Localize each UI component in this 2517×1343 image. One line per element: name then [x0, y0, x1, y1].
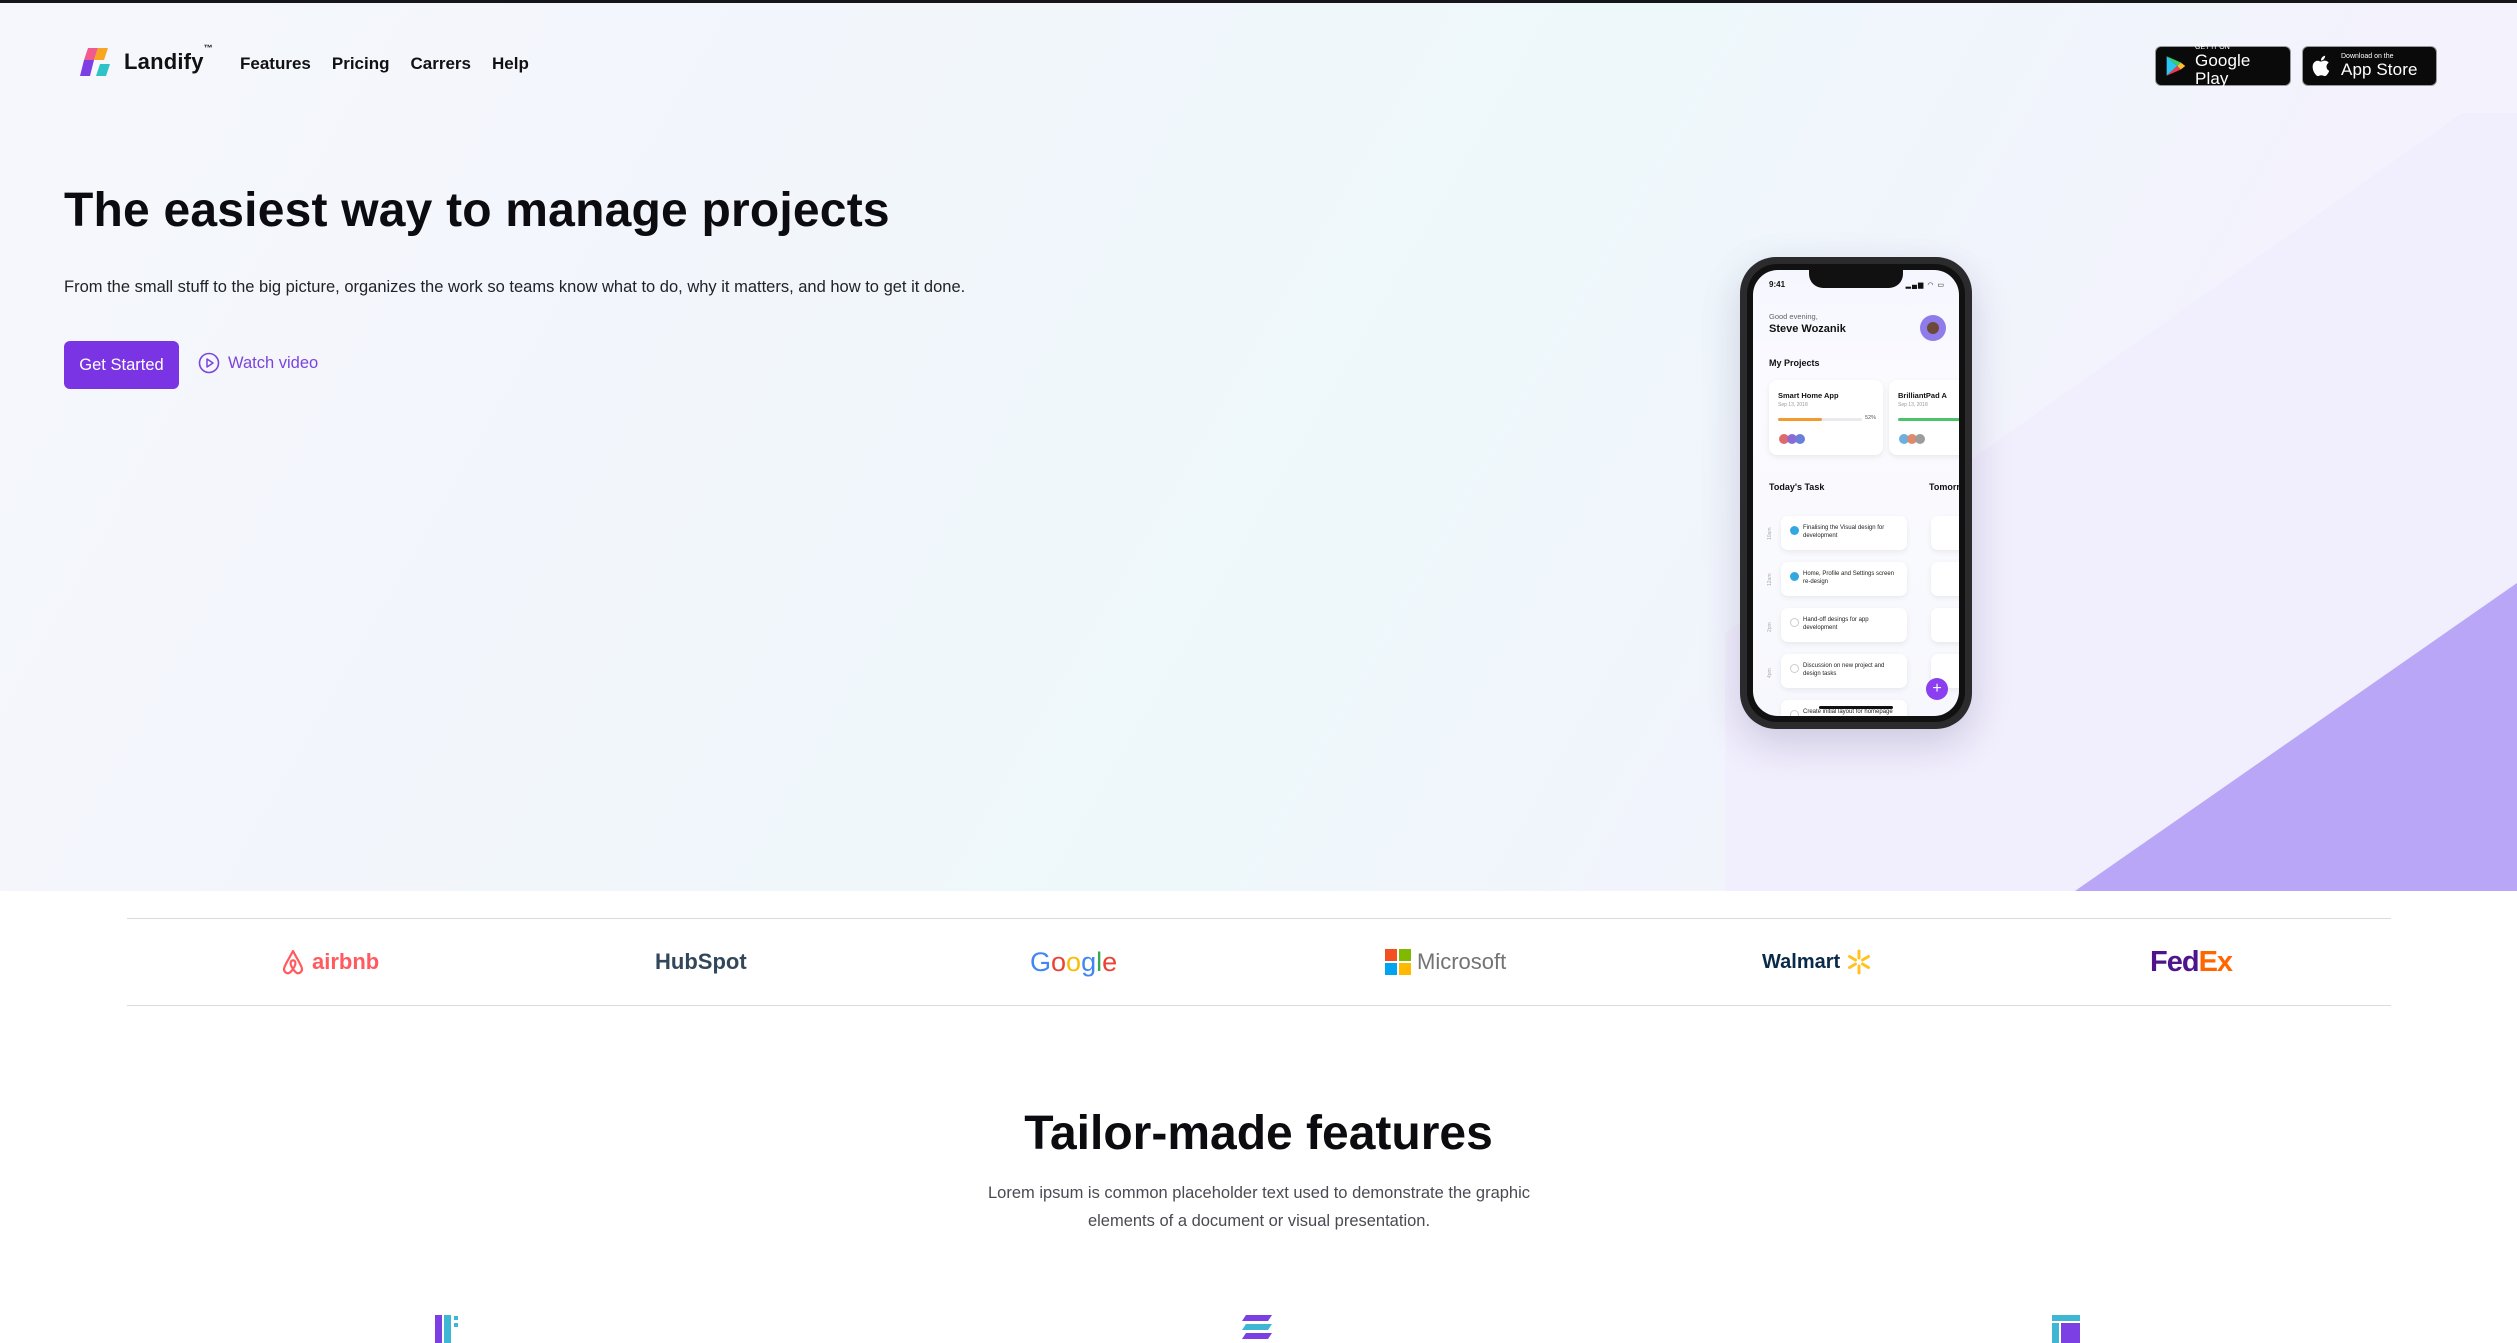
hero-subtitle: From the small stuff to the big picture,… — [64, 278, 966, 296]
walmart-spark-icon — [1848, 949, 1871, 975]
phone-mockup: 9:41 ▂▄▆ ◠ ▭ Good evening, Steve Wozanik… — [1740, 257, 1972, 729]
google-play-icon — [2166, 56, 2186, 76]
nav-help[interactable]: Help — [492, 54, 529, 74]
task-text: Hand-off desings for app development — [1803, 617, 1869, 631]
phone-screen: 9:41 ▂▄▆ ◠ ▭ Good evening, Steve Wozanik… — [1753, 270, 1959, 716]
my-projects-heading: My Projects — [1769, 358, 1820, 368]
watch-video-label: Watch video — [228, 353, 319, 372]
tomorrow-task-card[interactable] — [1931, 516, 1959, 550]
watch-video-link[interactable]: Watch video — [198, 352, 318, 374]
layers-icon — [1242, 1315, 1272, 1339]
team-avatars — [1899, 434, 1925, 444]
apple-icon — [2312, 55, 2330, 77]
user-name: Steve Wozanik — [1769, 323, 1846, 335]
team-avatars — [1779, 434, 1805, 444]
partner-fedex: FedEx — [2150, 945, 2233, 979]
google-play-label: Google Play — [2195, 51, 2251, 88]
project-name: Smart Home App — [1778, 391, 1839, 400]
avatar — [1920, 315, 1946, 341]
tomorrow-heading: Tomorr — [1929, 482, 1959, 492]
project-name: BrilliantPad A — [1898, 391, 1947, 400]
features-subtitle: Lorem ipsum is common placeholder text u… — [987, 1184, 1531, 1230]
hubspot-wordmark: HubSpot — [655, 949, 747, 974]
task-unchecked-icon[interactable] — [1790, 618, 1799, 627]
task-card[interactable]: Discussion on new project and design tas… — [1781, 654, 1907, 688]
task-card[interactable]: Home, Profile and Settings screen re-des… — [1781, 562, 1907, 596]
task-text: Discussion on new project and design tas… — [1803, 663, 1885, 677]
partner-google: Google — [1030, 945, 1117, 979]
task-time: 4pm — [1767, 668, 1773, 678]
partners-divider-bottom — [127, 1005, 2391, 1006]
project-card: Smart Home App Sep 13, 2018 52% — [1769, 380, 1883, 455]
hero-title: The easiest way to manage projects — [64, 184, 890, 237]
walmart-wordmark: Walmart — [1762, 950, 1841, 973]
nav-pricing[interactable]: Pricing — [332, 54, 390, 74]
brand-logo[interactable]: Landify™ — [80, 43, 213, 79]
play-circle-icon — [198, 352, 220, 374]
greeting: Good evening, — [1769, 312, 1818, 321]
nav-carrers[interactable]: Carrers — [411, 54, 472, 74]
partner-microsoft: Microsoft — [1385, 945, 1506, 979]
nav-features[interactable]: Features — [240, 54, 311, 74]
task-card[interactable]: Hand-off desings for app development — [1781, 608, 1907, 642]
status-time: 9:41 — [1769, 280, 1786, 289]
tomorrow-task-card[interactable] — [1931, 608, 1959, 642]
main-nav: Features Pricing Carrers Help — [240, 54, 529, 74]
microsoft-wordmark: Microsoft — [1417, 949, 1507, 974]
task-time: 12am — [1767, 573, 1773, 586]
microsoft-icon — [1385, 949, 1411, 975]
task-time: 5pm — [1767, 714, 1773, 716]
tomorrow-task-card[interactable] — [1931, 562, 1959, 596]
google-wordmark: Google — [1030, 946, 1118, 977]
project-progress-track — [1898, 418, 1959, 421]
task-card[interactable]: Finalising the Visual design for develop… — [1781, 516, 1907, 550]
partner-walmart: Walmart — [1762, 945, 1872, 979]
add-task-button[interactable]: + — [1926, 678, 1948, 700]
phone-notch — [1809, 270, 1903, 288]
layout-icon — [2052, 1315, 2080, 1343]
task-checked-icon[interactable] — [1790, 572, 1799, 581]
project-card: BrilliantPad A Sep 13, 2018 — [1889, 380, 1959, 455]
partner-airbnb: airbnb — [280, 945, 379, 979]
project-progress-fill — [1778, 418, 1822, 421]
airbnb-wordmark: airbnb — [312, 949, 380, 974]
task-checked-icon[interactable] — [1790, 526, 1799, 535]
airbnb-icon — [282, 949, 304, 975]
google-play-button[interactable]: GET IT ON Google Play — [2155, 44, 2291, 88]
project-percent: 52% — [1865, 415, 1877, 421]
todays-task-heading: Today's Task — [1769, 482, 1825, 492]
features-title: Tailor-made features — [1024, 1107, 1493, 1160]
app-store-label: App Store — [2341, 60, 2418, 79]
task-time: 10am — [1767, 527, 1773, 540]
app-store-button[interactable]: Download on the App Store — [2302, 46, 2437, 86]
logo-icon — [80, 48, 110, 76]
fedex-wordmark: FedEx — [2150, 945, 2233, 978]
partner-hubspot: HubSpot — [655, 945, 747, 979]
home-indicator — [1819, 706, 1893, 709]
task-unchecked-icon[interactable] — [1790, 710, 1799, 716]
project-progress-fill — [1898, 418, 1959, 421]
project-date: Sep 13, 2018 — [1778, 402, 1808, 408]
hero-section: Landify™ Features Pricing Carrers Help G… — [0, 3, 2517, 891]
task-text: Create initial layout for homepage desig… — [1803, 709, 1893, 715]
partners-divider-top — [127, 918, 2391, 919]
task-time: 2pm — [1767, 622, 1773, 632]
project-date: Sep 13, 2018 — [1898, 402, 1928, 408]
task-unchecked-icon[interactable] — [1790, 664, 1799, 673]
task-text: Home, Profile and Settings screen re-des… — [1803, 571, 1895, 585]
hero-background-shapes — [1725, 113, 2517, 891]
kanban-icon — [435, 1315, 458, 1343]
task-text: Finalising the Visual design for develop… — [1803, 525, 1885, 539]
brand-name: Landify™ — [124, 43, 213, 74]
project-progress-track — [1778, 418, 1862, 421]
status-icons: ▂▄▆ ◠ ▭ — [1905, 282, 1945, 289]
get-started-button[interactable]: Get Started — [64, 341, 179, 389]
